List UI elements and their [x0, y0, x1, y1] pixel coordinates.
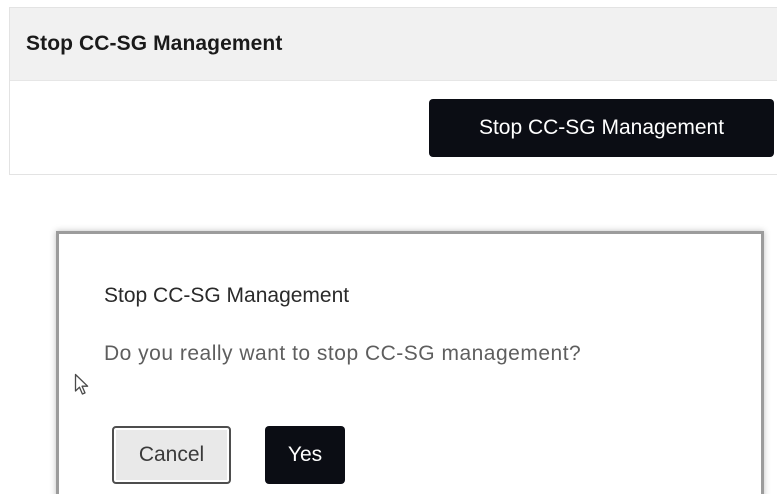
stop-management-button[interactable]: Stop CC-SG Management	[429, 99, 774, 157]
cancel-button[interactable]: Cancel	[112, 426, 231, 484]
mouse-pointer-icon	[74, 373, 89, 395]
page: Stop CC-SG Management Stop CC-SG Managem…	[0, 0, 777, 494]
dialog-title: Stop CC-SG Management	[104, 284, 350, 307]
panel-title: Stop CC-SG Management	[26, 32, 283, 55]
panel-header: Stop CC-SG Management	[10, 8, 777, 81]
yes-button[interactable]: Yes	[265, 426, 345, 484]
dialog-message: Do you really want to stop CC-SG managem…	[104, 342, 582, 365]
confirm-dialog: Stop CC-SG Management Do you really want…	[56, 231, 764, 494]
stop-management-panel: Stop CC-SG Management Stop CC-SG Managem…	[9, 7, 777, 175]
